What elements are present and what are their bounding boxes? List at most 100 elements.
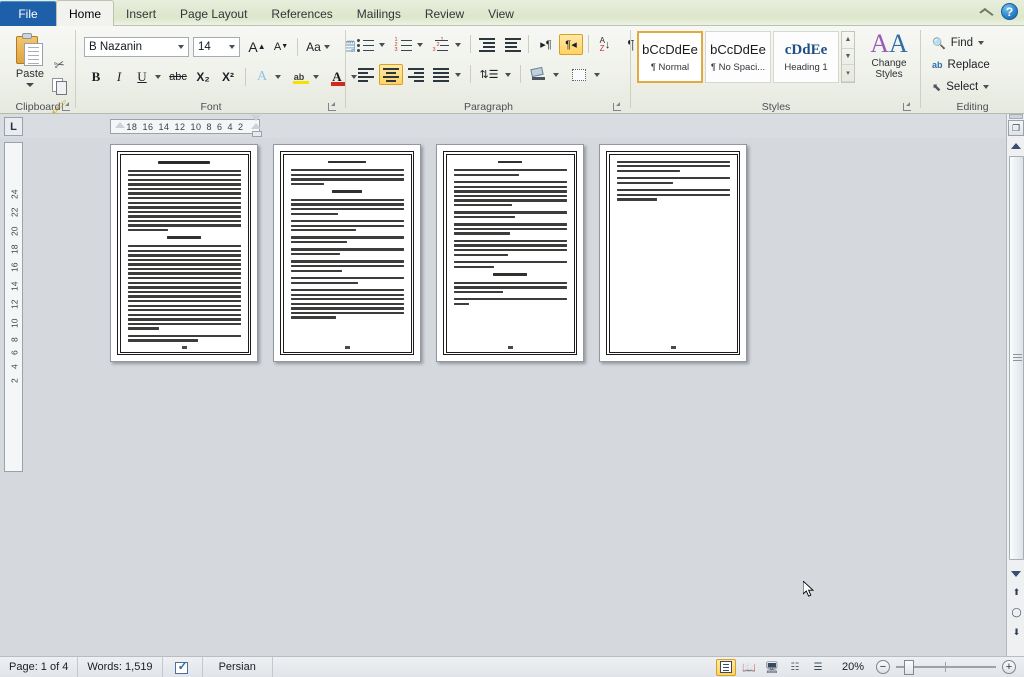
font-name-input[interactable]: B Nazanin <box>84 37 189 57</box>
document-canvas[interactable] <box>26 138 1000 656</box>
scroll-down-button[interactable] <box>1008 566 1024 582</box>
multilevel-list-button[interactable]: 1 2 3 <box>430 34 452 55</box>
numbering-button[interactable]: 1 2 3 <box>392 34 414 55</box>
vertical-ruler[interactable]: 2 4 6 8 10 12 14 16 18 20 22 24 <box>4 142 23 472</box>
split-window-icon[interactable] <box>1009 114 1023 119</box>
sort-button[interactable]: A Z ↓ <box>593 34 617 55</box>
left-indent-marker[interactable] <box>115 122 125 128</box>
right-to-left-button[interactable]: ¶◂ <box>559 34 583 55</box>
tab-mailings[interactable]: Mailings <box>345 1 413 26</box>
paragraph-dialog-launcher[interactable] <box>612 101 623 112</box>
vertical-scrollbar[interactable]: ❐ ⬆ ◯ ⬇ <box>1006 114 1024 656</box>
right-indent-bottom-marker[interactable] <box>251 123 261 129</box>
paste-button[interactable]: Paste <box>8 30 52 96</box>
increase-indent-button[interactable] <box>502 34 524 55</box>
paste-dropdown-arrow[interactable] <box>26 83 34 87</box>
styles-scroll-down-icon[interactable]: ▼ <box>842 49 854 66</box>
subscript-button[interactable]: X₂ <box>192 66 214 87</box>
underline-button[interactable]: U <box>132 66 152 87</box>
change-case-button[interactable]: Aa <box>303 36 333 57</box>
align-center-button[interactable] <box>379 64 403 85</box>
chevron-up-icon[interactable] <box>978 4 994 20</box>
highlight-dropdown-arrow[interactable] <box>310 66 322 87</box>
scroll-up-button[interactable] <box>1008 138 1024 154</box>
view-full-screen-reading-button[interactable]: 📖 <box>739 659 759 676</box>
zoom-level-label[interactable]: 20% <box>836 661 870 673</box>
decrease-indent-button[interactable] <box>476 34 498 55</box>
bullets-button[interactable] <box>354 34 376 55</box>
view-outline-button[interactable]: ☷ <box>785 659 805 676</box>
superscript-button[interactable]: X² <box>217 66 239 87</box>
font-dialog-launcher[interactable] <box>327 101 338 112</box>
grow-font-button[interactable]: A ▲ <box>246 36 268 57</box>
replace-button[interactable]: ab Replace <box>929 55 993 75</box>
bullets-dropdown-arrow[interactable] <box>376 34 388 55</box>
borders-button[interactable] <box>567 64 591 85</box>
document-page-4[interactable] <box>599 144 747 362</box>
shrink-font-button[interactable]: A ▼ <box>270 36 292 57</box>
view-print-layout-button[interactable] <box>716 658 736 676</box>
tab-file[interactable]: File <box>0 1 56 26</box>
view-web-layout-button[interactable]: 🖥 <box>762 659 782 676</box>
copy-button[interactable] <box>48 75 70 96</box>
borders-dropdown-arrow[interactable] <box>591 64 603 85</box>
tab-page-layout[interactable]: Page Layout <box>168 1 259 26</box>
find-button[interactable]: 🔍 Find <box>929 33 987 53</box>
styles-more-icon[interactable]: ▾ <box>842 65 854 82</box>
zoom-out-button[interactable]: − <box>876 660 890 674</box>
style-item-heading1[interactable]: cDdEe Heading 1 <box>773 31 839 83</box>
style-item-normal[interactable]: bCcDdEe ¶ Normal <box>637 31 703 83</box>
select-button[interactable]: ⬉ Select <box>929 77 992 97</box>
next-page-icon[interactable]: ⬇ <box>1009 624 1024 640</box>
font-name-dropdown-arrow[interactable] <box>173 38 188 56</box>
style-item-no-spacing[interactable]: bCcDdEe ¶ No Spaci... <box>705 31 771 83</box>
justify-button[interactable] <box>429 64 453 85</box>
scrollbar-thumb[interactable] <box>1009 156 1024 560</box>
justify-dropdown-arrow[interactable] <box>452 64 464 85</box>
document-page-2[interactable] <box>273 144 421 362</box>
cut-button[interactable]: ✂ <box>48 54 70 75</box>
clipboard-dialog-launcher[interactable] <box>61 101 72 112</box>
shading-button[interactable] <box>526 64 550 85</box>
multilevel-list-dropdown-arrow[interactable] <box>452 34 464 55</box>
styles-scroll-up-icon[interactable]: ▲ <box>842 32 854 49</box>
zoom-in-button[interactable]: + <box>1002 660 1016 674</box>
line-spacing-dropdown-arrow[interactable] <box>502 64 514 85</box>
left-to-right-button[interactable]: ▸¶ <box>534 34 558 55</box>
shading-dropdown-arrow[interactable] <box>550 64 562 85</box>
font-size-dropdown-arrow[interactable] <box>224 38 239 56</box>
zoom-slider-thumb[interactable] <box>904 660 914 675</box>
document-page-3[interactable] <box>436 144 584 362</box>
styles-dialog-launcher[interactable] <box>902 101 913 112</box>
document-page-1[interactable] <box>110 144 258 362</box>
previous-page-icon[interactable]: ⬆ <box>1009 584 1024 600</box>
horizontal-ruler[interactable]: 18 16 14 12 10 8 6 4 2 <box>110 115 262 137</box>
underline-dropdown-arrow[interactable] <box>152 66 164 87</box>
tab-view[interactable]: View <box>476 1 526 26</box>
tab-references[interactable]: References <box>259 1 344 26</box>
status-page-indicator[interactable]: Page: 1 of 4 <box>0 656 79 677</box>
browse-object-icon[interactable]: ◯ <box>1009 604 1024 620</box>
font-size-input[interactable]: 14 <box>193 37 240 57</box>
numbering-dropdown-arrow[interactable] <box>414 34 426 55</box>
bold-button[interactable]: B <box>86 66 106 87</box>
align-left-button[interactable] <box>354 64 378 85</box>
status-proofing[interactable] <box>163 656 203 677</box>
highlight-button[interactable]: ab <box>288 66 310 87</box>
italic-button[interactable]: I <box>109 66 129 87</box>
zoom-slider[interactable] <box>896 660 996 675</box>
status-language[interactable]: Persian <box>203 656 273 677</box>
align-right-button[interactable] <box>404 64 428 85</box>
tab-insert[interactable]: Insert <box>114 1 168 26</box>
view-draft-button[interactable]: ☰ <box>808 659 828 676</box>
tab-stop-selector[interactable]: L <box>4 117 23 136</box>
text-effects-dropdown-arrow[interactable] <box>272 66 284 87</box>
text-effects-button[interactable]: A <box>252 66 272 87</box>
strikethrough-button[interactable]: abc <box>167 66 189 87</box>
line-spacing-button[interactable]: ⇅☰ <box>476 64 502 85</box>
status-word-count[interactable]: Words: 1,519 <box>78 656 163 677</box>
select-browse-object-icon[interactable]: ❐ <box>1008 120 1024 136</box>
help-icon[interactable]: ? <box>1001 3 1018 20</box>
first-line-indent-marker[interactable] <box>252 131 262 137</box>
right-indent-top-marker[interactable] <box>251 115 261 121</box>
